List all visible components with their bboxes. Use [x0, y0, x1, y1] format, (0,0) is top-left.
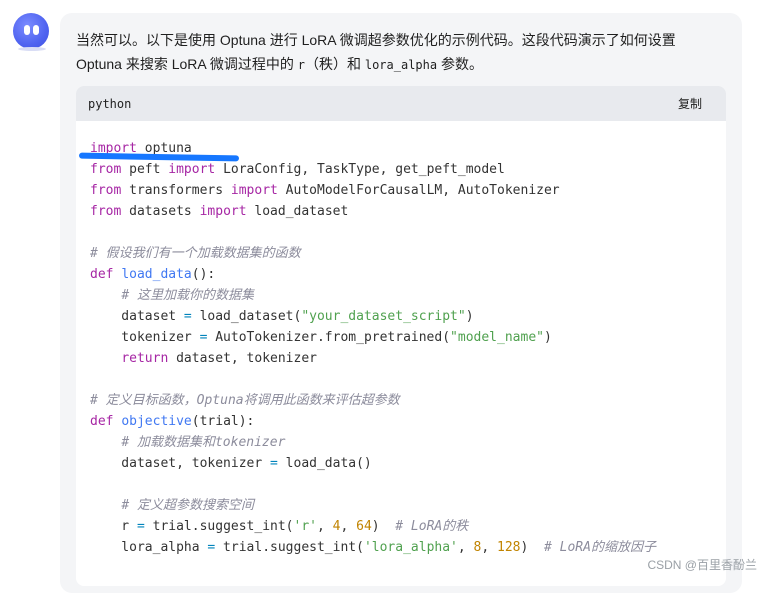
code-token: 'r'	[293, 519, 317, 534]
code-token: ():	[191, 267, 216, 282]
code-token: "model_name"	[450, 330, 544, 345]
code-token: dataset	[90, 309, 184, 324]
code-token: 64	[356, 519, 372, 534]
code-token: trial.suggest_int(	[215, 540, 364, 555]
assistant-message-text: 当然可以。以下是使用 Optuna 进行 LoRA 微调超参数优化的示例代码。这…	[76, 28, 716, 77]
code-token: transformers	[121, 183, 231, 198]
code-token: r	[90, 519, 137, 534]
code-token: 'lora_alpha'	[363, 540, 458, 555]
code-token: dataset, tokenizer	[90, 456, 271, 471]
code-block-header: python 复制	[76, 86, 726, 121]
avatar-shadow	[18, 47, 46, 51]
code-token: # LoRA的缩放因子	[543, 540, 656, 555]
code-token: LoraConfig, TaskType, get_peft_model	[215, 162, 505, 177]
code-token: =	[183, 309, 192, 324]
code-token: def	[90, 267, 114, 282]
code-line: def load_data():	[90, 264, 726, 285]
code-token: 128	[497, 540, 521, 555]
code-token: return	[121, 351, 169, 366]
code-token: ,	[457, 540, 474, 555]
code-line: # 定义超参数搜索空间	[90, 495, 726, 516]
code-token: ,	[481, 540, 498, 555]
code-line: from datasets import load_dataset	[90, 201, 726, 222]
code-line: # 假设我们有一个加载数据集的函数	[90, 243, 726, 264]
avatar-left-eye	[24, 25, 30, 35]
code-token: # 这里加载你的数据集	[121, 288, 254, 303]
code-token: load_data	[121, 267, 192, 282]
message-line-2-part-b: （秩）和	[304, 56, 365, 72]
code-token: =	[270, 456, 278, 471]
code-line: from peft import LoraConfig, TaskType, g…	[90, 159, 726, 180]
inline-code-r: r	[297, 58, 305, 72]
code-token: )	[465, 309, 474, 324]
assistant-avatar	[13, 13, 49, 49]
code-token: from	[90, 183, 122, 198]
message-line-2-part-a: Optuna 来搜索 LoRA 微调过程中的	[76, 56, 298, 72]
inline-code-lora-alpha: lora_alpha	[364, 58, 438, 72]
code-token: trial.suggest_int(	[144, 519, 294, 534]
code-line: r = trial.suggest_int('r', 4, 64) # LoRA…	[90, 516, 726, 537]
code-token: load_dataset(	[191, 309, 302, 324]
code-language-label: python	[88, 96, 132, 111]
code-token: # 假设我们有一个加载数据集的函数	[90, 246, 301, 261]
code-line: from transformers import AutoModelForCau…	[90, 180, 726, 201]
csdn-watermark: CSDN @百里香酚兰	[647, 558, 757, 572]
code-line: tokenizer = AutoTokenizer.from_pretraine…	[90, 327, 726, 348]
code-token: )	[520, 540, 544, 555]
code-token: "your_dataset_script"	[301, 309, 466, 324]
code-line: dataset, tokenizer = load_data()	[90, 453, 726, 474]
code-token: objective	[121, 414, 192, 429]
code-token: peft	[121, 162, 169, 177]
code-token: def	[90, 414, 114, 429]
code-token: dataset, tokenizer	[168, 351, 317, 366]
code-token: lora_alpha	[90, 540, 208, 555]
code-line: # 这里加载你的数据集	[90, 285, 726, 306]
code-block: python 复制 import optuna from peft import …	[76, 86, 726, 586]
code-token: AutoTokenizer.from_pretrained(	[207, 330, 451, 345]
code-token: =	[136, 519, 145, 534]
message-line-2: Optuna 来搜索 LoRA 微调过程中的 r（秩）和 lora_alpha …	[76, 52, 716, 77]
code-token: AutoModelForCausalLM, AutoTokenizer	[277, 183, 560, 198]
code-token: import	[168, 162, 216, 177]
code-token: import	[199, 204, 247, 219]
code-token: from	[90, 204, 122, 219]
message-line-1: 当然可以。以下是使用 Optuna 进行 LoRA 微调超参数优化的示例代码。这…	[76, 32, 676, 48]
code-token: from	[90, 162, 122, 177]
code-token: ,	[317, 519, 333, 534]
code-token: load_data()	[277, 456, 372, 471]
code-token: # 加载数据集和tokenizer	[121, 435, 286, 450]
code-line: dataset = load_dataset("your_dataset_scr…	[90, 306, 726, 327]
code-line: # 加载数据集和tokenizer	[90, 432, 726, 453]
code-token: datasets	[121, 204, 200, 219]
code-body: import optuna from peft import LoraConfig…	[90, 138, 726, 558]
code-token: )	[371, 519, 396, 534]
code-token: # LoRA的秩	[395, 519, 469, 534]
code-token: (trial):	[191, 414, 255, 429]
code-line: lora_alpha = trial.suggest_int('lora_alp…	[90, 537, 726, 558]
code-token: # 定义超参数搜索空间	[121, 498, 254, 513]
avatar-right-eye	[33, 25, 39, 35]
code-token: # 定义目标函数，Optuna将调用此函数来评估超参数	[90, 393, 400, 408]
code-line: def objective(trial):	[90, 411, 726, 432]
code-token: ,	[340, 519, 357, 534]
code-token: load_dataset	[246, 204, 349, 219]
code-token: )	[543, 330, 552, 345]
code-line: return dataset, tokenizer	[90, 348, 726, 369]
code-line: # 定义目标函数，Optuna将调用此函数来评估超参数	[90, 390, 726, 411]
copy-code-button[interactable]: 复制	[678, 95, 702, 112]
message-line-2-part-c: 参数。	[437, 56, 483, 72]
code-token: tokenizer	[90, 330, 200, 345]
code-token: import	[230, 183, 278, 198]
